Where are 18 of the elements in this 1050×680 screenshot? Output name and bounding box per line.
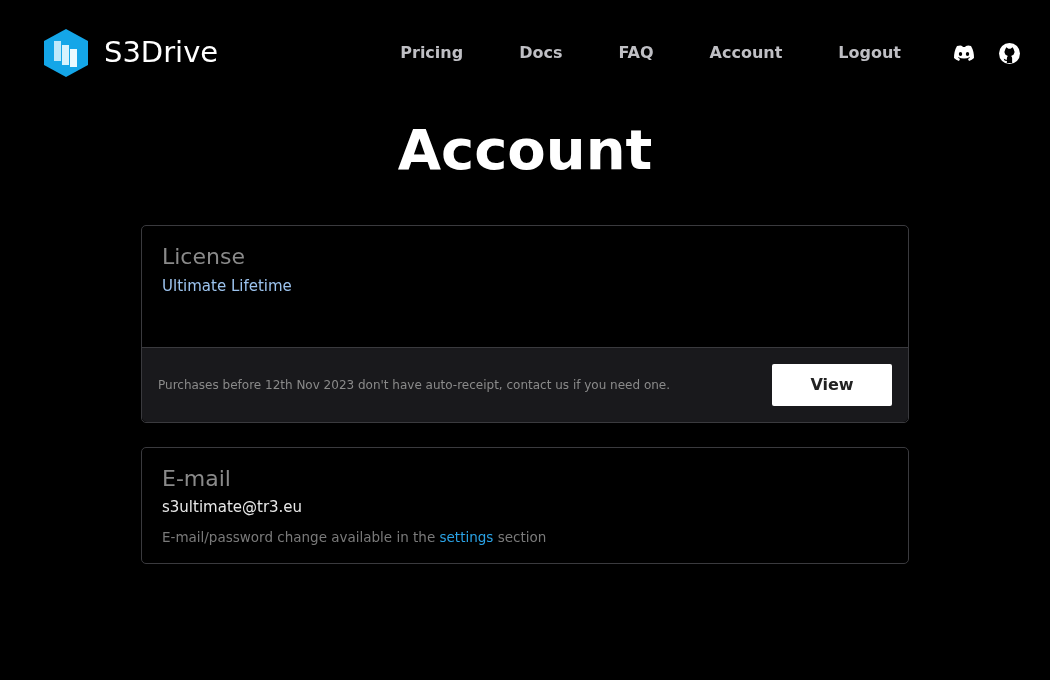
page-title: Account — [396, 116, 654, 184]
nav-link[interactable]: Pricing — [400, 41, 464, 65]
license-value: Ultimate Lifetime — [162, 275, 293, 297]
nav-link[interactable]: FAQ — [618, 41, 654, 65]
hint-text: E-mail/password change available in the settings section — [162, 527, 548, 547]
card-title: E-mail — [162, 466, 232, 493]
settings-link[interactable]: settings — [439, 528, 494, 545]
logo-icon — [44, 29, 88, 77]
github-icon[interactable] — [999, 42, 1020, 64]
card-title: License — [162, 244, 246, 271]
nav-link[interactable]: Logout — [838, 41, 901, 65]
email-value: s3ultimate@tr3.eu — [162, 497, 304, 519]
view-button[interactable]: View — [772, 364, 892, 407]
receipt-note: Purchases before 12th Nov 2023 don't have auto-receipt, contact us if you need one. — [158, 377, 671, 395]
discord-icon[interactable] — [953, 45, 975, 61]
nav-link[interactable]: Docs — [519, 41, 563, 65]
brand-name[interactable]: S3Drive — [104, 31, 219, 75]
nav-link[interactable]: Account — [709, 41, 783, 65]
